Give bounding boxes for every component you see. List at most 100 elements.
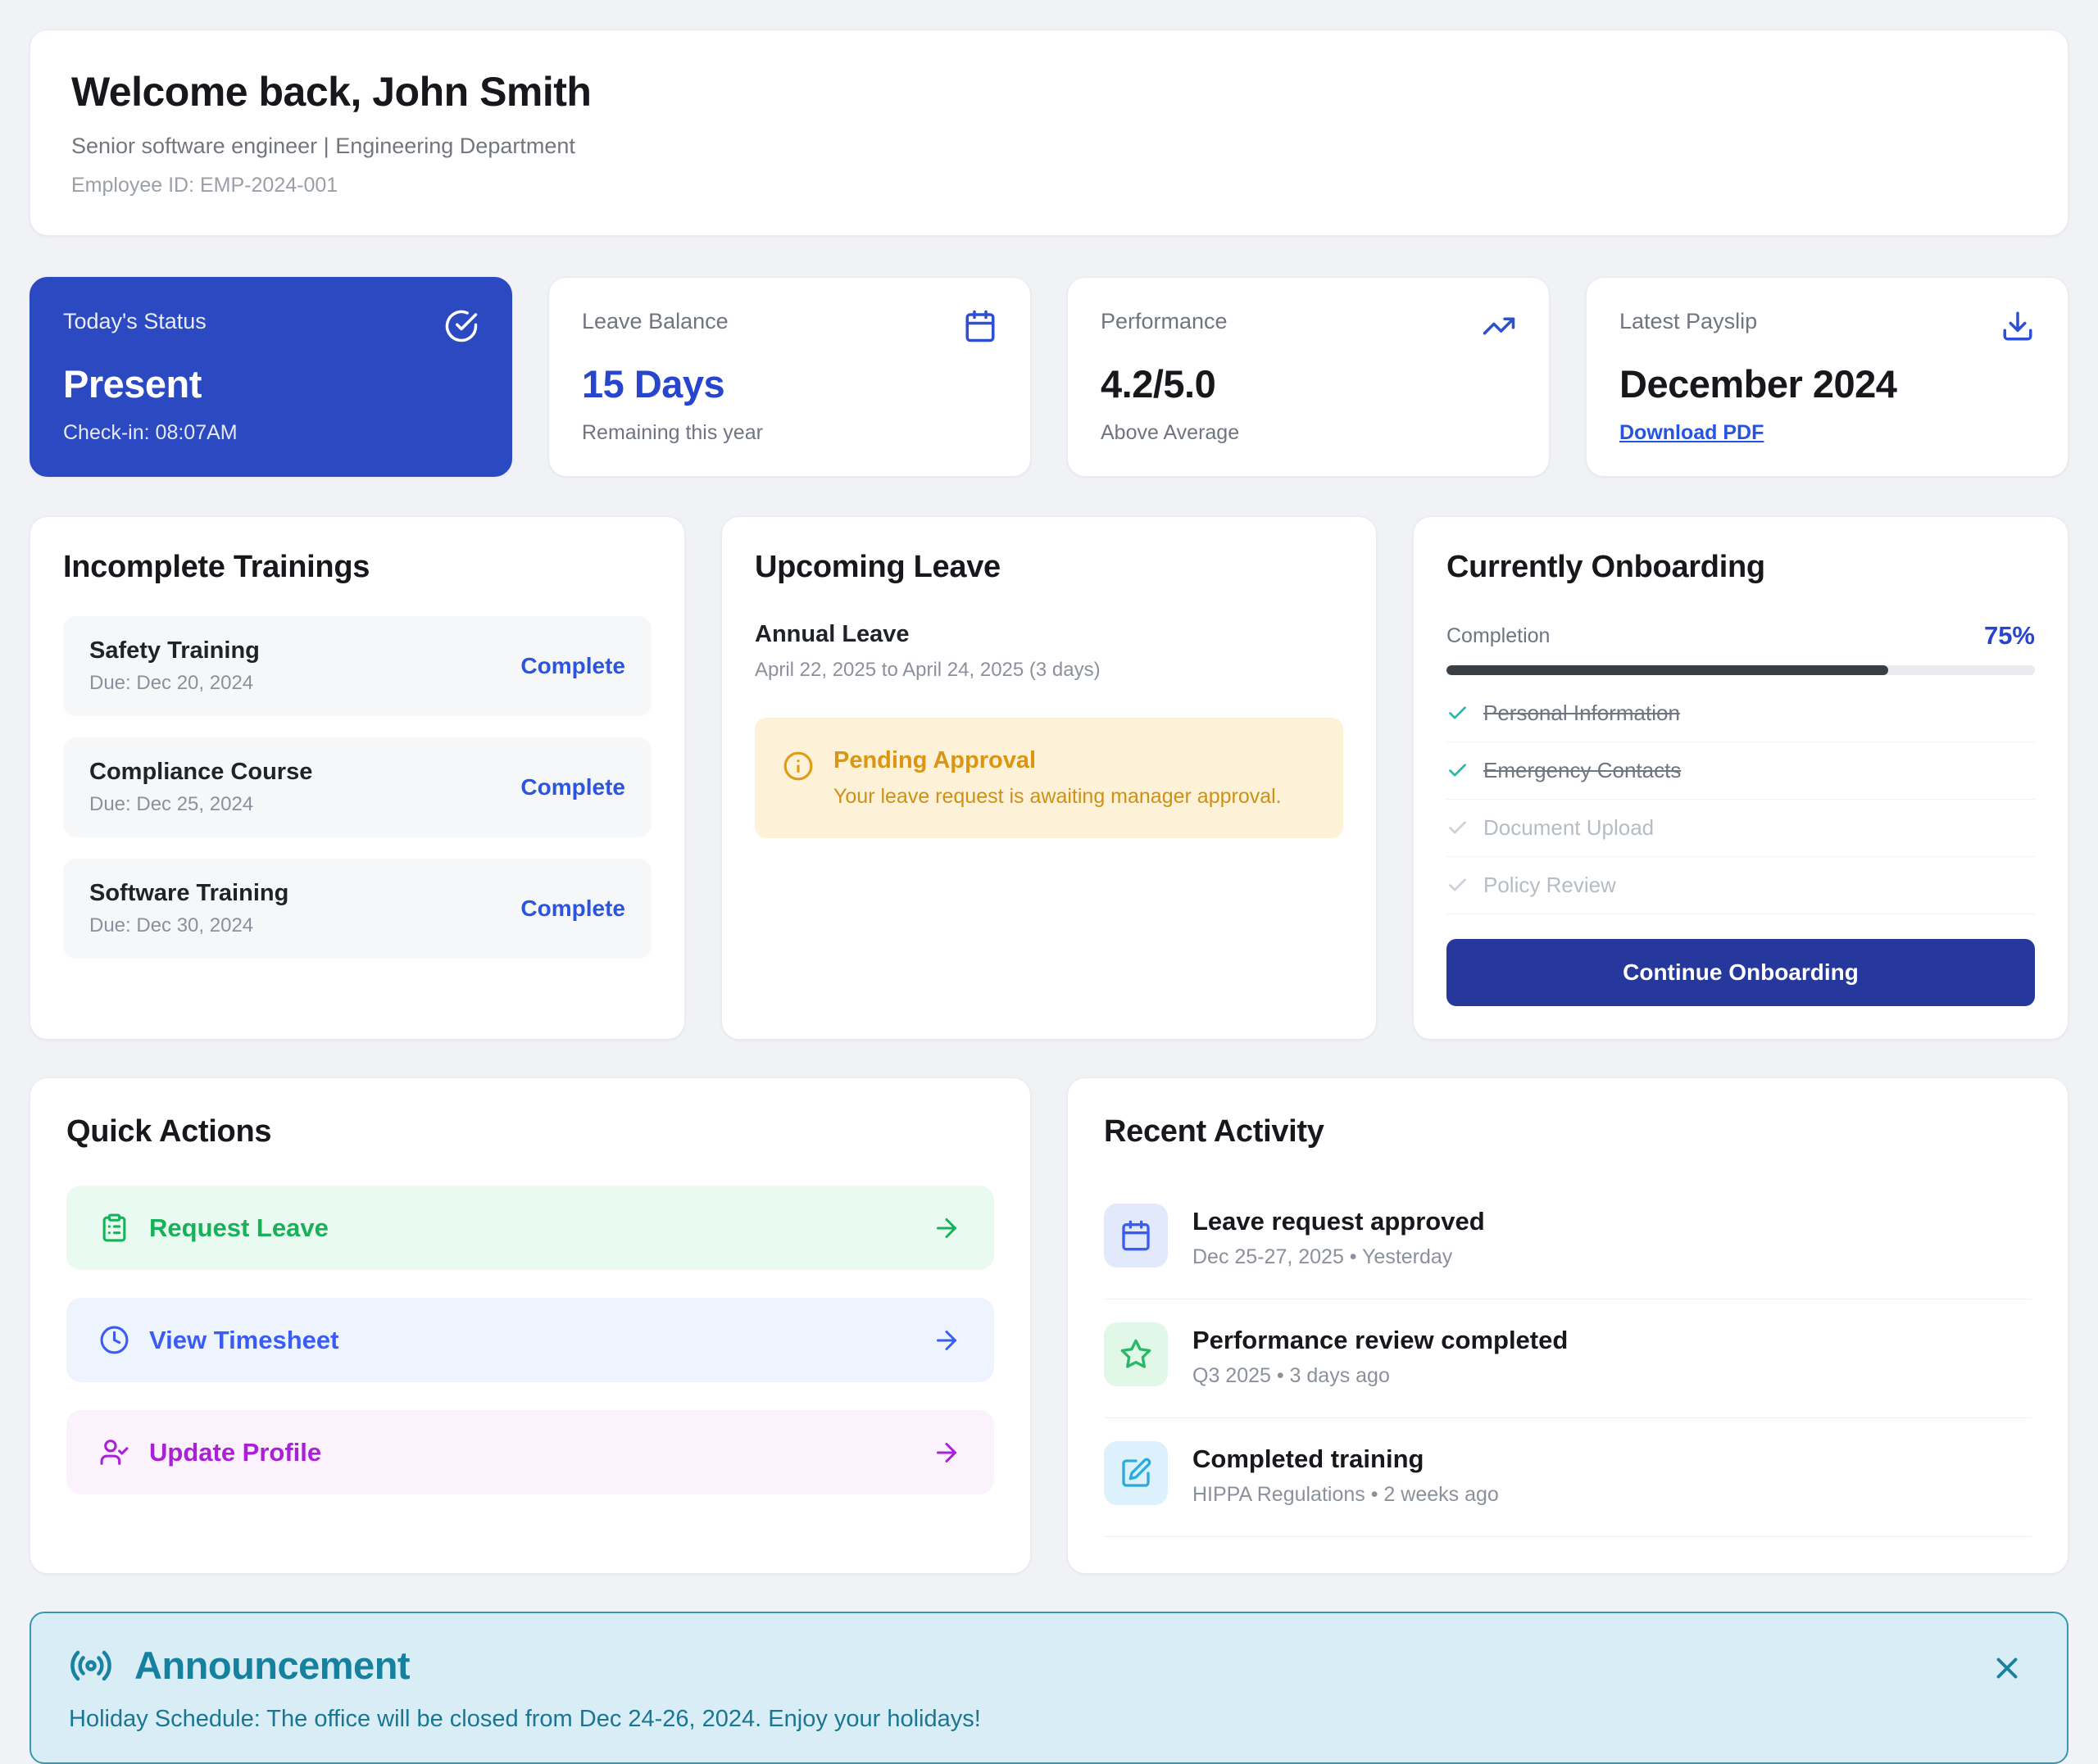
user-check-icon (99, 1437, 129, 1467)
calendar-icon (1104, 1204, 1168, 1267)
training-item-software: Software Training Due: Dec 30, 2024 Comp… (63, 859, 652, 959)
close-icon (1990, 1651, 2024, 1685)
onboarding-step-document-upload: Document Upload (1446, 800, 2035, 857)
clock-icon (99, 1325, 129, 1355)
training-item-compliance: Compliance Course Due: Dec 25, 2024 Comp… (63, 737, 652, 837)
checkin-time: Check-in: 08:07AM (63, 421, 479, 445)
performance-sub: Above Average (1101, 421, 1516, 445)
quick-actions-title: Quick Actions (66, 1114, 994, 1150)
continue-onboarding-button[interactable]: Continue Onboarding (1446, 939, 2035, 1006)
recent-activity-list: Leave request approved Dec 25-27, 2025 •… (1104, 1184, 2032, 1537)
leave-balance-card: Leave Balance 15 Days Remaining this yea… (548, 277, 1031, 477)
completion-percent: 75% (1984, 621, 2035, 651)
trending-up-icon (1482, 309, 1516, 343)
activity-item-completed-training: Completed training HIPPA Regulations • 2… (1104, 1418, 2032, 1537)
complete-link-safety[interactable]: Complete (520, 653, 625, 679)
view-timesheet-action[interactable]: View Timesheet (66, 1298, 994, 1382)
activity-title: Performance review completed (1192, 1326, 1568, 1355)
complete-link-software[interactable]: Complete (520, 896, 625, 922)
onboarding-steps: Personal Information Emergency Contacts … (1446, 685, 2035, 914)
check-icon (1446, 817, 1469, 839)
performance-value: 4.2/5.0 (1101, 361, 1516, 406)
upcoming-leave-title: Upcoming Leave (755, 550, 1343, 585)
upcoming-leave-card: Upcoming Leave Annual Leave April 22, 20… (721, 516, 1377, 1040)
performance-label: Performance (1101, 309, 1228, 334)
arrow-right-icon (932, 1213, 961, 1243)
step-label: Policy Review (1483, 873, 1616, 898)
request-leave-label: Request Leave (149, 1213, 329, 1243)
quick-actions-list: Request Leave View Timesheet (66, 1186, 994, 1494)
step-label: Document Upload (1483, 815, 1654, 841)
close-announcement-button[interactable] (1990, 1651, 2024, 1685)
activity-item-performance-review: Performance review completed Q3 2025 • 3… (1104, 1299, 2032, 1418)
recent-activity-card: Recent Activity Leave request approved D… (1067, 1077, 2068, 1574)
onboarding-progress-fill (1446, 665, 1888, 675)
view-timesheet-label: View Timesheet (149, 1326, 338, 1355)
incomplete-trainings-card: Incomplete Trainings Safety Training Due… (30, 516, 685, 1040)
onboarding-title: Currently Onboarding (1446, 550, 2035, 585)
update-profile-action[interactable]: Update Profile (66, 1410, 994, 1494)
activity-item-leave-approved: Leave request approved Dec 25-27, 2025 •… (1104, 1184, 2032, 1299)
onboarding-step-emergency-contacts: Emergency Contacts (1446, 742, 2035, 800)
arrow-right-icon (932, 1438, 961, 1467)
leave-balance-sub: Remaining this year (582, 421, 997, 445)
check-icon (1446, 702, 1469, 724)
leave-balance-value: 15 Days (582, 361, 997, 406)
download-pdf-link[interactable]: Download PDF (1619, 421, 1764, 445)
training-due: Due: Dec 25, 2024 (89, 793, 312, 816)
todays-status-card: Today's Status Present Check-in: 08:07AM (30, 277, 512, 477)
activity-meta: Dec 25-27, 2025 • Yesterday (1192, 1245, 1485, 1269)
latest-payslip-card: Latest Payslip December 2024 Download PD… (1586, 277, 2068, 477)
quick-actions-card: Quick Actions Request Leave (30, 1077, 1031, 1574)
check-icon (1446, 874, 1469, 896)
training-due: Due: Dec 30, 2024 (89, 914, 288, 937)
edit-icon (1104, 1441, 1168, 1505)
leave-dates: April 22, 2025 to April 24, 2025 (3 days… (755, 659, 1343, 682)
broadcast-icon (69, 1644, 113, 1688)
payslip-label: Latest Payslip (1619, 309, 1757, 334)
status-value: Present (63, 361, 479, 406)
activity-title: Completed training (1192, 1444, 1499, 1474)
welcome-header-card: Welcome back, John Smith Senior software… (30, 29, 2068, 236)
recent-activity-title: Recent Activity (1104, 1114, 2032, 1150)
announcement-banner: Announcement Holiday Schedule: The offic… (30, 1612, 2068, 1764)
info-icon (783, 750, 814, 782)
training-name: Compliance Course (89, 759, 312, 786)
todays-status-label: Today's Status (63, 309, 207, 334)
job-title: Senior software engineer | Engineering D… (71, 134, 2027, 159)
activity-meta: HIPPA Regulations • 2 weeks ago (1192, 1483, 1499, 1507)
page-title: Welcome back, John Smith (71, 68, 2027, 116)
currently-onboarding-card: Currently Onboarding Completion 75% Pers… (1413, 516, 2068, 1040)
payslip-value: December 2024 (1619, 361, 2035, 406)
leave-type: Annual Leave (755, 621, 1343, 648)
completion-label: Completion (1446, 624, 1550, 648)
announcement-text: Holiday Schedule: The office will be clo… (69, 1706, 2029, 1733)
onboarding-step-personal-information: Personal Information (1446, 685, 2035, 742)
training-item-safety: Safety Training Due: Dec 20, 2024 Comple… (63, 616, 652, 716)
arrow-right-icon (932, 1326, 961, 1355)
request-leave-action[interactable]: Request Leave (66, 1186, 994, 1270)
announcement-title: Announcement (134, 1643, 410, 1688)
clipboard-list-icon (99, 1213, 129, 1243)
trainings-title: Incomplete Trainings (63, 550, 652, 585)
check-icon (1446, 760, 1469, 782)
training-name: Software Training (89, 880, 288, 907)
performance-card: Performance 4.2/5.0 Above Average (1067, 277, 1550, 477)
onboarding-progress-bar (1446, 665, 2035, 675)
activity-title: Leave request approved (1192, 1207, 1485, 1236)
training-list: Safety Training Due: Dec 20, 2024 Comple… (63, 616, 652, 959)
pending-approval-alert: Pending Approval Your leave request is a… (755, 718, 1343, 838)
alert-title: Pending Approval (833, 747, 1282, 774)
bottom-row: Quick Actions Request Leave (30, 1077, 2068, 1574)
leave-balance-label: Leave Balance (582, 309, 729, 334)
training-due: Due: Dec 20, 2024 (89, 672, 260, 695)
activity-meta: Q3 2025 • 3 days ago (1192, 1364, 1568, 1388)
onboarding-step-policy-review: Policy Review (1446, 857, 2035, 914)
employee-id: Employee ID: EMP-2024-001 (71, 174, 2027, 197)
circle-check-icon (444, 309, 479, 343)
training-name: Safety Training (89, 637, 260, 664)
alert-text: Your leave request is awaiting manager a… (833, 785, 1282, 809)
complete-link-compliance[interactable]: Complete (520, 774, 625, 800)
middle-row: Incomplete Trainings Safety Training Due… (30, 516, 2068, 1040)
step-label: Emergency Contacts (1483, 758, 1681, 783)
